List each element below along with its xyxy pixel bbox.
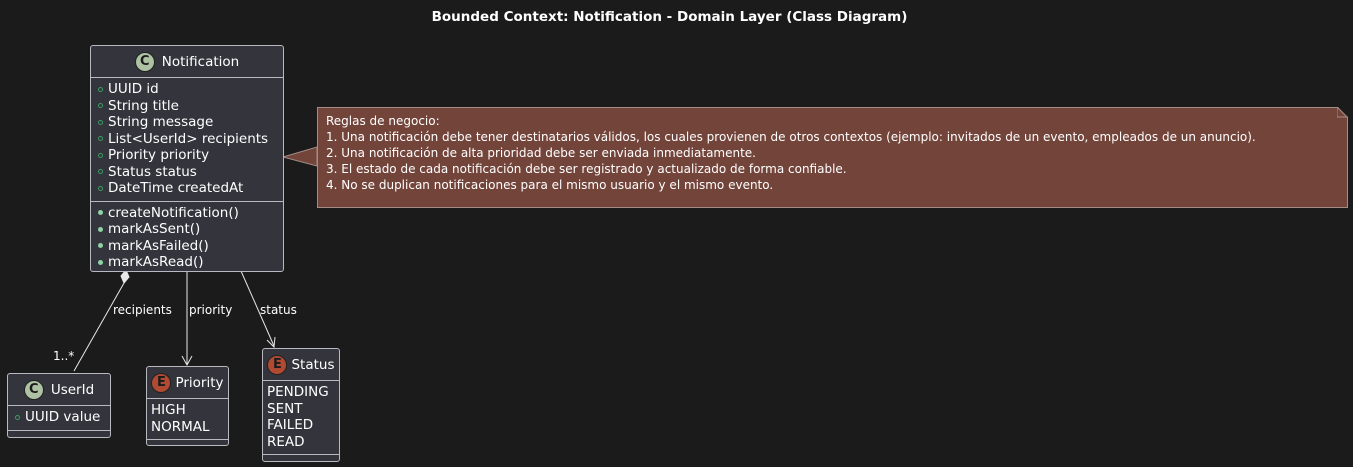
priority-literals: HIGH NORMAL bbox=[147, 398, 228, 439]
priority-enum[interactable]: E Priority HIGH NORMAL bbox=[146, 366, 229, 446]
attribute-row: DateTime createdAt bbox=[91, 180, 283, 197]
method-row: markAsRead() bbox=[91, 254, 283, 271]
priority-enum-name: Priority bbox=[175, 374, 224, 391]
notification-class-header: C Notification bbox=[91, 46, 283, 77]
enum-literal: SENT bbox=[267, 400, 303, 417]
enum-literal: READ bbox=[267, 433, 305, 450]
userid-class[interactable]: C UserId UUID value bbox=[7, 373, 111, 438]
notification-attributes: UUID id String title String message List… bbox=[91, 77, 283, 201]
notification-class[interactable]: C Notification UUID id String title Stri… bbox=[90, 45, 284, 272]
status-enum-name: Status bbox=[291, 356, 335, 373]
attribute-row: Status status bbox=[91, 164, 283, 181]
note-line: 3. El estado de cada notificación debe s… bbox=[326, 162, 847, 176]
public-field-icon bbox=[98, 119, 103, 125]
public-method-icon bbox=[98, 210, 103, 216]
public-method-icon bbox=[98, 259, 103, 265]
recipients-label: recipients bbox=[113, 303, 172, 317]
status-label: status bbox=[260, 303, 297, 317]
userid-attributes: UUID value bbox=[8, 405, 110, 430]
public-field-icon bbox=[98, 86, 103, 92]
business-rules-note[interactable]: Reglas de negocio: 1. Una notificación d… bbox=[317, 107, 1348, 208]
attribute-row: List<UserId> recipients bbox=[91, 131, 283, 148]
attribute-row: UUID value bbox=[8, 409, 110, 426]
note-line: 4. No se duplican notificaciones para el… bbox=[326, 178, 774, 192]
userid-class-name: UserId bbox=[50, 381, 95, 398]
notification-class-name: Notification bbox=[161, 53, 240, 70]
enum-literal: HIGH bbox=[151, 402, 186, 418]
attribute-row: String message bbox=[91, 114, 283, 131]
class-stereotype-icon: C bbox=[134, 51, 155, 72]
attribute-row: String title bbox=[91, 98, 283, 115]
status-enum-header: E Status bbox=[263, 349, 339, 380]
priority-methods bbox=[147, 439, 228, 446]
status-literals: PENDING SENT FAILED READ bbox=[263, 380, 339, 454]
public-field-icon bbox=[98, 152, 103, 158]
method-row: createNotification() bbox=[91, 205, 283, 222]
public-method-icon bbox=[98, 226, 103, 232]
attribute-row: UUID id bbox=[91, 81, 283, 98]
note-line: 1. Una notificación debe tener destinata… bbox=[326, 130, 1256, 144]
public-field-icon bbox=[98, 185, 103, 191]
class-stereotype-icon: C bbox=[23, 379, 44, 400]
note-line: 2. Una notificación de alta prioridad de… bbox=[326, 146, 756, 160]
recipients-edge bbox=[73, 282, 125, 372]
public-field-icon bbox=[15, 414, 20, 420]
recipients-multiplicity: 1..* bbox=[53, 349, 75, 363]
notification-methods: createNotification() markAsSent() markAs… bbox=[91, 200, 283, 275]
public-field-icon bbox=[98, 136, 103, 142]
status-methods bbox=[263, 454, 339, 461]
public-method-icon bbox=[98, 243, 103, 249]
userid-class-header: C UserId bbox=[8, 374, 110, 405]
note-line: Reglas de negocio: bbox=[326, 114, 440, 128]
userid-methods bbox=[8, 429, 110, 437]
priority-enum-header: E Priority bbox=[147, 367, 228, 398]
method-row: markAsFailed() bbox=[91, 238, 283, 255]
attribute-row: Priority priority bbox=[91, 147, 283, 164]
enum-literal: NORMAL bbox=[151, 418, 210, 435]
status-enum[interactable]: E Status PENDING SENT FAILED READ bbox=[262, 348, 340, 462]
public-field-icon bbox=[98, 103, 103, 109]
method-row: markAsSent() bbox=[91, 221, 283, 238]
enum-stereotype-icon: E bbox=[267, 354, 288, 375]
priority-label: priority bbox=[189, 303, 233, 317]
note-connector bbox=[281, 146, 318, 167]
enum-stereotype-icon: E bbox=[151, 372, 172, 393]
note-fold-icon bbox=[1337, 107, 1348, 118]
public-field-icon bbox=[98, 169, 103, 175]
enum-literal: FAILED bbox=[267, 417, 314, 433]
enum-literal: PENDING bbox=[267, 384, 329, 400]
